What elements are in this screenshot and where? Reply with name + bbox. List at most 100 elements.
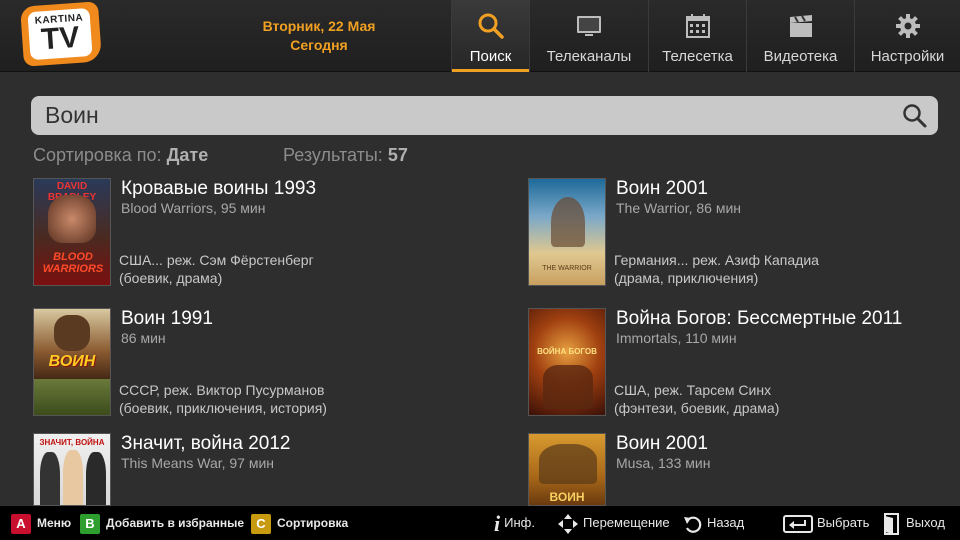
hint-sort[interactable]: C Сортировка [251,506,348,540]
title-year: 2011 [861,308,903,329]
result-title: Воин 2001 [616,433,708,455]
poster-title-text: BLOOD WARRIORS [42,251,104,275]
tab-settings[interactable]: Настройки [854,0,960,72]
sort-value: Дате [166,145,209,165]
result-subtitle: This Means War, 97 мин [121,455,275,471]
gear-icon [895,14,920,38]
result-genres: (фэнтези, боевик, драма) [614,400,780,416]
result-item[interactable]: ВОЙНА БОГОВ Война Богов: Бессмертные 201… [528,308,948,418]
result-item[interactable]: ЗНАЧИТ, ВОЙНА Значит, война 2012 This Me… [33,433,453,506]
result-meta: США, реж. Тарсем Синх (фэнтези, боевик, … [614,381,779,417]
info-icon: i [494,510,501,536]
tab-tv-guide[interactable]: Телесетка [648,0,746,72]
result-title: Война Богов: Бессмертные 2011 [616,308,902,330]
yellow-key-c: C [251,513,271,534]
result-genres: (боевик, драма) [119,270,223,286]
hint-move[interactable]: Перемещение [557,506,670,540]
sort-label: Сортировка по: [33,145,162,165]
result-genres: (драма, приключения) [614,270,759,286]
logo-big-text: TV [40,20,81,57]
poster-title-text: THE WARRIOR [542,265,592,272]
title-text: Война Богов: Бессмертные [616,308,857,329]
result-meta: Германия... реж. Азиф Кападиа (драма, пр… [614,251,819,287]
hint-add-favorites[interactable]: B Добавить в избранные [80,506,244,540]
result-item[interactable]: ВОИН Воин 1991 86 мин СССР, реж. Виктор … [33,308,453,418]
result-item[interactable]: DAVID BRADLEY BLOOD WARRIORS Кровавые во… [33,178,453,288]
result-subtitle: Blood Warriors, 95 мин [121,200,266,216]
result-subtitle: The Warrior, 86 мин [616,200,742,216]
title-text: Воин [616,433,661,454]
search-input[interactable] [45,100,885,131]
result-meta: США... реж. Сэм Фёрстенберг (боевик, дра… [119,251,314,287]
search-icon [478,13,504,39]
result-subtitle: Immortals, 110 мин [616,330,737,346]
hint-info-label: Инф. [504,515,535,530]
title-year: 1991 [170,308,213,329]
result-meta: СССР, реж. Виктор Пусурманов (боевик, пр… [119,381,327,417]
tv-icon [577,16,601,36]
result-director: СССР, реж. Виктор Пусурманов [119,382,325,398]
hint-menu[interactable]: A Меню [11,506,71,540]
hint-menu-label: Меню [37,516,72,530]
tab-tv-guide-label: Телесетка [662,48,733,65]
results-value: 57 [387,145,408,165]
tab-tv-channels[interactable]: Телеканалы [529,0,648,72]
move-arrows-icon [558,513,578,534]
movie-poster: DAVID BRADLEY BLOOD WARRIORS [33,178,111,286]
tab-tv-channels-label: Телеканалы [546,48,632,65]
hint-sort-label: Сортировка [277,516,349,530]
hint-exit-label: Выход [906,515,945,530]
result-director: США, реж. Тарсем Синх [614,382,772,398]
tab-search[interactable]: Поиск [451,0,529,72]
poster-title-text: ЗНАЧИТ, ВОЙНА [39,438,105,447]
result-item[interactable]: ВОИН Воин 2001 Musa, 133 мин [528,433,948,506]
top-bar: KARTINA TV Вторник, 22 Мая Сегодня Поиск… [0,0,960,72]
result-item[interactable]: THE WARRIOR Воин 2001 The Warrior, 86 ми… [528,178,948,288]
title-year: 2001 [665,433,708,454]
poster-title-text: ВОЙНА БОГОВ [537,347,597,356]
calendar-icon [685,14,710,38]
clapperboard-icon [789,15,812,37]
result-director: США... реж. Сэм Фёрстенберг [119,252,314,268]
movie-poster: ЗНАЧИТ, ВОЙНА [33,433,111,506]
green-key-b: B [80,513,100,534]
movie-poster: ВОИН [33,308,111,416]
title-year: 1993 [273,178,317,199]
hint-select[interactable]: Выбрать [783,506,869,540]
title-text: Кровавые воины [121,178,269,199]
result-subtitle: Musa, 133 мин [616,455,711,471]
hint-back-label: Назад [707,515,745,530]
movie-poster: THE WARRIOR [528,178,606,286]
tab-settings-label: Настройки [870,48,945,65]
active-tab-indicator [452,69,529,72]
tab-search-label: Поиск [469,48,512,65]
back-arrow-icon [684,516,702,533]
tab-video-library[interactable]: Видеотека [746,0,854,72]
result-subtitle: 86 мин [121,330,166,346]
title-year: 2012 [248,433,291,454]
poster-title-text: ВОИН [48,353,96,370]
red-key-a: A [11,513,31,534]
hint-move-label: Перемещение [583,515,670,530]
enter-key-icon [783,514,813,533]
title-year: 2001 [665,178,708,199]
tab-video-library-label: Видеотека [763,48,838,65]
sort-control[interactable]: Сортировка по: Дате [33,145,208,166]
poster-title-text: ВОИН [549,490,585,504]
results-count: Результаты: 57 [283,145,408,166]
app-window: KARTINA TV Вторник, 22 Мая Сегодня Поиск… [0,0,960,540]
search-icon[interactable] [902,103,928,129]
kartina-tv-logo: KARTINA TV [20,1,102,67]
hint-add-favorites-label: Добавить в избранные [106,516,245,530]
hint-exit[interactable]: Выход [882,506,945,540]
date-line: Вторник, 22 Мая [262,18,376,34]
result-director: Германия... реж. Азиф Кападиа [614,252,819,268]
result-title: Кровавые воины 1993 [121,178,316,200]
hint-select-label: Выбрать [817,515,870,530]
results-label: Результаты: [283,145,383,165]
hint-back[interactable]: Назад [683,506,744,540]
movie-poster: ВОИН [528,433,606,506]
result-genres: (боевик, приключения, история) [119,400,327,416]
search-bar[interactable] [31,96,938,135]
hint-info[interactable]: i Инф. [494,506,535,540]
